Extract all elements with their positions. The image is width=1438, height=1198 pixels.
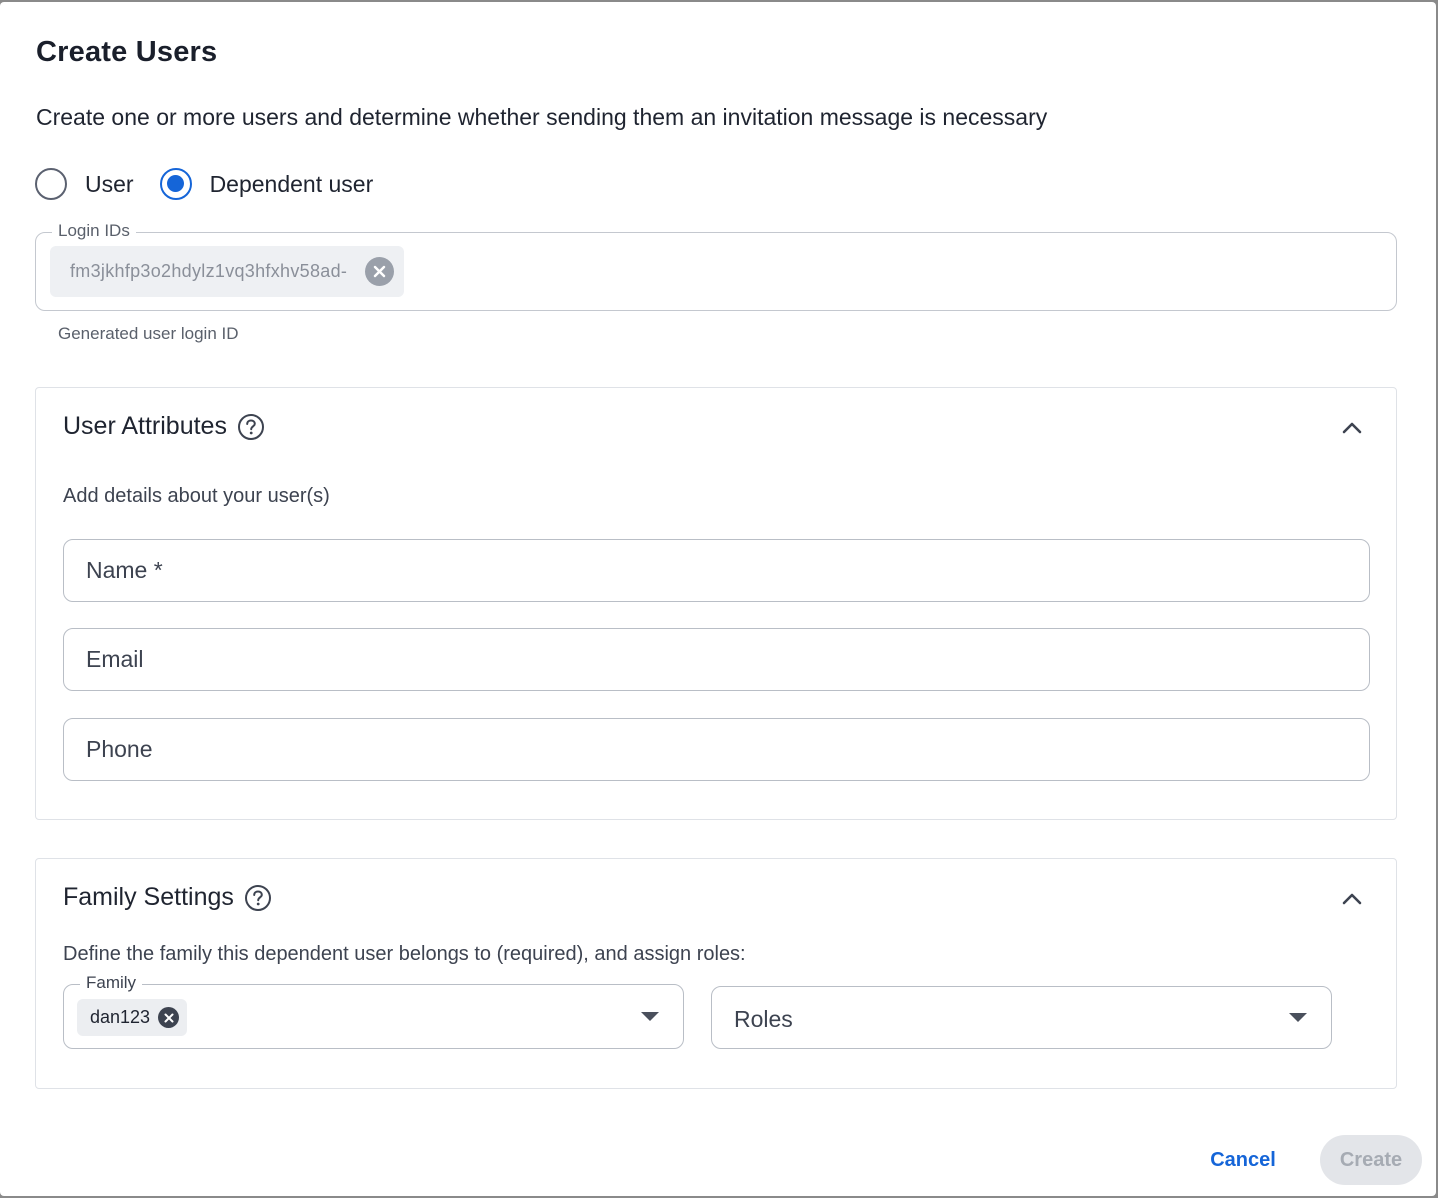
- user-type-radio-group: User Dependent user: [35, 168, 399, 200]
- family-settings-title: Family Settings: [63, 883, 234, 911]
- create-users-dialog: Create Users Create one or more users an…: [0, 2, 1436, 1196]
- create-button[interactable]: Create: [1320, 1135, 1422, 1185]
- family-settings-header: Family Settings: [63, 883, 272, 912]
- user-attributes-section: User Attributes Add details about your u…: [35, 387, 1397, 820]
- login-id-chip-text: fm3jkhfp3o2hdylz1vq3hfxhv58ad-: [70, 261, 348, 281]
- close-circle-icon[interactable]: [365, 257, 394, 286]
- family-select[interactable]: Family dan123: [63, 973, 684, 1049]
- radio-dependent-user-label: Dependent user: [209, 170, 374, 197]
- family-settings-section: Family Settings Define the family this d…: [35, 858, 1397, 1089]
- family-chip-text: dan123: [90, 1007, 151, 1027]
- dialog-subtitle: Create one or more users and determine w…: [36, 104, 1048, 130]
- radio-dependent-user-circle[interactable]: [159, 168, 192, 200]
- roles-placeholder: Roles: [734, 1006, 793, 1032]
- radio-user-circle[interactable]: [35, 168, 67, 200]
- help-circle-icon[interactable]: [237, 413, 265, 441]
- radio-user-label: User: [85, 170, 134, 197]
- help-circle-icon[interactable]: [244, 884, 272, 912]
- close-circle-icon[interactable]: [158, 1007, 179, 1028]
- login-ids-helper-text: Generated user login ID: [58, 324, 239, 343]
- login-id-chip: fm3jkhfp3o2hdylz1vq3hfxhv58ad-: [50, 246, 404, 297]
- login-ids-label: Login IDs: [52, 221, 136, 241]
- family-settings-description: Define the family this dependent user be…: [63, 943, 746, 965]
- cancel-button[interactable]: Cancel: [1194, 1140, 1292, 1180]
- chevron-up-icon[interactable]: [1340, 416, 1364, 440]
- user-attributes-title: User Attributes: [63, 412, 227, 440]
- caret-down-icon[interactable]: [641, 1012, 659, 1021]
- email-input[interactable]: [63, 628, 1370, 691]
- radio-user[interactable]: User: [35, 168, 134, 200]
- family-chip: dan123: [77, 999, 187, 1036]
- radio-dependent-user[interactable]: Dependent user: [159, 168, 374, 200]
- user-attributes-description: Add details about your user(s): [63, 485, 330, 507]
- name-input[interactable]: [63, 539, 1370, 602]
- dialog-title: Create Users: [36, 36, 218, 68]
- roles-select[interactable]: Roles: [711, 986, 1332, 1049]
- phone-input[interactable]: [63, 718, 1370, 781]
- login-ids-field[interactable]: Login IDs fm3jkhfp3o2hdylz1vq3hfxhv58ad-: [35, 221, 1397, 311]
- chevron-up-icon[interactable]: [1340, 887, 1364, 911]
- family-label: Family: [80, 973, 143, 993]
- user-attributes-header: User Attributes: [63, 412, 265, 441]
- caret-down-icon[interactable]: [1289, 1013, 1307, 1022]
